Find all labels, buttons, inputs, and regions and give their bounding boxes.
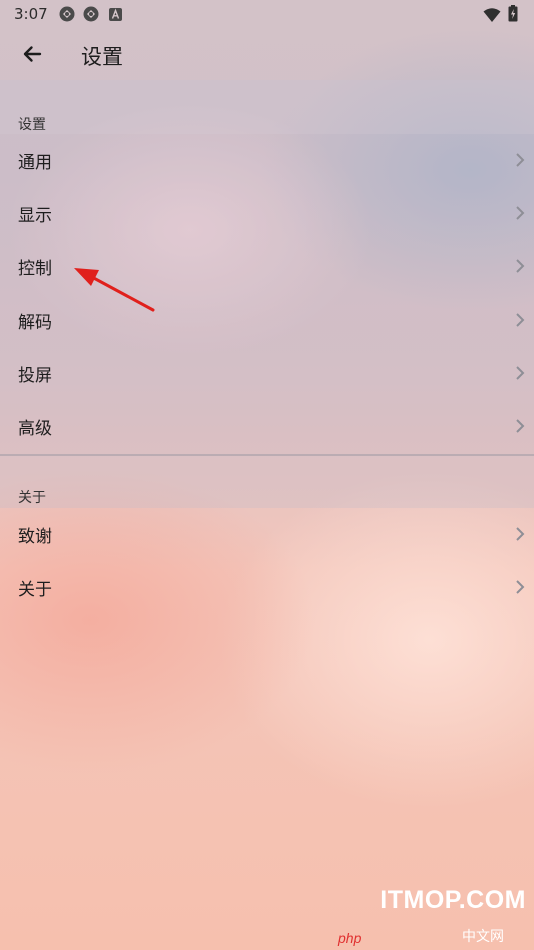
- settings-item-cast[interactable]: 投屏: [0, 347, 534, 400]
- sync-icon: [59, 6, 75, 22]
- settings-item-general[interactable]: 通用: [0, 134, 534, 187]
- chevron-right-icon: [516, 153, 525, 167]
- chevron-right-icon: [516, 580, 525, 594]
- chevron-right-icon: [516, 259, 525, 273]
- settings-item-display[interactable]: 显示: [0, 187, 534, 240]
- chevron-right-icon: [516, 527, 525, 541]
- page-title: 设置: [81, 45, 123, 69]
- settings-item-label: 通用: [18, 153, 52, 173]
- section-header-band: [0, 456, 534, 508]
- chevron-right-icon: [516, 313, 525, 327]
- app-bar: 设置: [0, 28, 534, 80]
- section-header-band: [0, 80, 534, 134]
- section-header-settings: 设置: [18, 117, 46, 133]
- font-a-icon: [109, 8, 122, 21]
- watermark-php: php: [338, 930, 362, 946]
- settings-item-label: 关于: [18, 580, 52, 600]
- settings-item-decode[interactable]: 解码: [0, 294, 534, 347]
- watermark: ITMOP.COM php 中文网: [306, 886, 526, 946]
- settings-item-advanced[interactable]: 高级: [0, 400, 534, 453]
- settings-item-credits[interactable]: 致谢: [0, 508, 534, 561]
- wifi-icon: [483, 8, 501, 22]
- status-time: 3:07: [14, 5, 48, 23]
- settings-item-label: 致谢: [18, 527, 52, 547]
- settings-item-label: 控制: [18, 259, 52, 279]
- section-header-about: 关于: [18, 490, 46, 506]
- status-bar: 3:07: [0, 0, 534, 28]
- settings-item-label: 高级: [18, 419, 52, 439]
- chevron-right-icon: [516, 419, 525, 433]
- sync-icon: [83, 6, 99, 22]
- settings-item-label: 投屏: [18, 366, 52, 386]
- chevron-right-icon: [516, 206, 525, 220]
- settings-item-about[interactable]: 关于: [0, 561, 534, 614]
- chevron-right-icon: [516, 366, 525, 380]
- settings-item-label: 解码: [18, 313, 52, 333]
- settings-item-label: 显示: [18, 206, 52, 226]
- battery-icon: [508, 5, 518, 22]
- settings-item-control[interactable]: 控制: [0, 240, 534, 293]
- watermark-main: ITMOP.COM: [380, 886, 526, 914]
- watermark-sub: 中文网: [462, 928, 504, 944]
- arrow-left-icon[interactable]: [18, 40, 46, 68]
